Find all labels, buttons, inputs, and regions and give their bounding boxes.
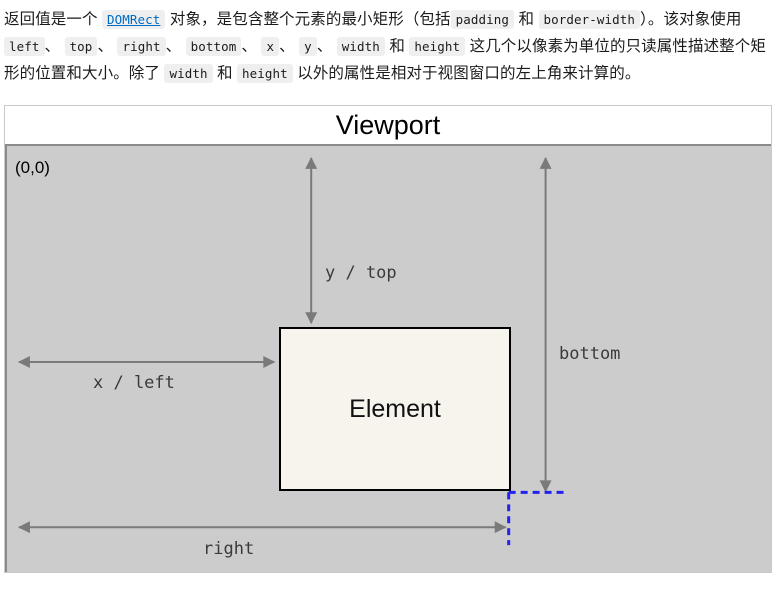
prose-sep-6: 、 bbox=[316, 38, 333, 55]
prose-sep-5: 、 bbox=[279, 38, 295, 55]
prose-sep-3: 、 bbox=[165, 38, 182, 55]
code-x: x bbox=[261, 37, 280, 56]
prose-text-8: 以外的属性是相对于视图窗口的左上角来计算的。 bbox=[297, 65, 641, 82]
label-x-left: x / left bbox=[93, 373, 175, 393]
code-y: y bbox=[299, 37, 317, 56]
origin-coordinate-label: (0,0) bbox=[15, 158, 50, 177]
element-box-label: Element bbox=[349, 394, 441, 423]
code-width-2: width bbox=[164, 64, 213, 83]
code-border-width: border-width bbox=[538, 10, 641, 29]
description-paragraph: 返回值是一个 DOMRect 对象，是包含整个元素的最小矩形（包括 padding… bbox=[0, 0, 776, 87]
prose-text-5: 和 bbox=[389, 38, 405, 55]
code-height: height bbox=[409, 37, 466, 56]
prose-text-2: 对象，是包含整个元素的最小矩形（包括 bbox=[169, 11, 451, 28]
label-y-top: y / top bbox=[325, 263, 397, 283]
prose-text-7: 和 bbox=[217, 65, 233, 82]
prose-text-4: ）。该对象使用 bbox=[640, 11, 742, 28]
code-top: top bbox=[64, 37, 98, 56]
prose-text-3: 和 bbox=[518, 11, 535, 28]
prose-sep-4: 、 bbox=[241, 38, 258, 55]
label-bottom: bottom bbox=[559, 344, 621, 364]
code-padding: padding bbox=[450, 10, 515, 29]
domrect-link[interactable]: DOMRect bbox=[102, 10, 166, 29]
viewport-area: (0,0) Element y / top bottom x / left ri… bbox=[5, 144, 771, 572]
code-left: left bbox=[4, 37, 45, 56]
code-height-2: height bbox=[237, 64, 293, 83]
code-width: width bbox=[336, 37, 385, 56]
code-right: right bbox=[117, 37, 166, 56]
viewport-title: Viewport bbox=[335, 110, 441, 140]
label-right: right bbox=[203, 539, 255, 559]
prose-sep-1: 、 bbox=[44, 38, 61, 55]
domrect-diagram: Viewport (0,0) Element y / top bottom x … bbox=[4, 105, 772, 573]
element-box: Element bbox=[279, 327, 511, 491]
prose-sep-2: 、 bbox=[97, 38, 114, 55]
prose-text-1: 返回值是一个 bbox=[4, 11, 98, 28]
code-bottom: bottom bbox=[185, 37, 242, 56]
